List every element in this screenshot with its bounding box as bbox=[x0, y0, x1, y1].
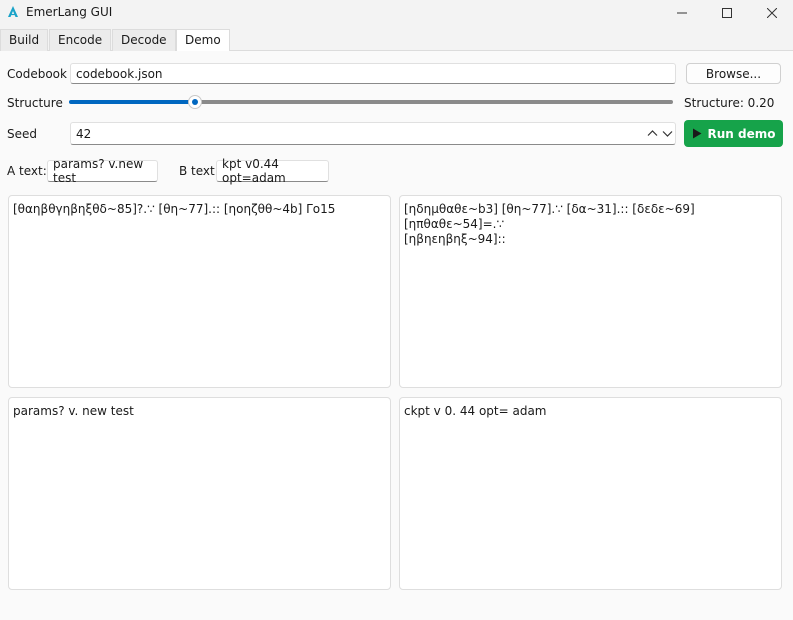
maximize-icon bbox=[722, 8, 732, 18]
browse-button[interactable]: Browse... bbox=[686, 63, 781, 84]
seed-label: Seed bbox=[7, 127, 37, 141]
play-icon bbox=[692, 128, 701, 139]
maximize-button[interactable] bbox=[704, 0, 750, 26]
b-text-label: B text: bbox=[179, 164, 219, 178]
run-demo-label: Run demo bbox=[707, 126, 776, 141]
structure-readout: Structure: 0.20 bbox=[684, 96, 775, 110]
seed-value: 42 bbox=[76, 126, 92, 141]
b-encoded-output[interactable]: [ηδημθαθε~b3] [θη~77].∵ [δα~31].:: [δεδε… bbox=[399, 195, 782, 388]
slider-track-empty bbox=[195, 100, 673, 104]
tab-decode[interactable]: Decode bbox=[112, 29, 176, 51]
a-encoded-output[interactable]: [θαηβθγηβηξθδ~85]?.∵ [θη~77].:: [ηοηζθθ~… bbox=[8, 195, 391, 388]
structure-label: Structure bbox=[7, 96, 63, 110]
b-text-value: kpt v0.44 opt=adam bbox=[222, 157, 286, 185]
a-text-label: A text: bbox=[7, 164, 47, 178]
minimize-button[interactable] bbox=[659, 0, 705, 26]
app-icon bbox=[8, 6, 18, 17]
tab-encode[interactable]: Encode bbox=[49, 29, 112, 51]
slider-track-filled bbox=[69, 100, 195, 104]
chevron-up-icon[interactable] bbox=[647, 129, 658, 137]
codebook-label: Codebook bbox=[7, 67, 67, 81]
close-button[interactable] bbox=[749, 0, 793, 26]
b-text-input[interactable]: kpt v0.44 opt=adam bbox=[216, 157, 329, 185]
tab-bar: Build Encode Decode Demo bbox=[0, 26, 793, 52]
a-text-input[interactable]: params? v.new test bbox=[47, 157, 158, 185]
b-decoded-output[interactable]: ckpt v 0. 44 opt= adam bbox=[399, 397, 782, 590]
close-icon bbox=[767, 8, 777, 18]
tab-build[interactable]: Build bbox=[0, 29, 49, 51]
title-bar: EmerLang GUI bbox=[0, 0, 793, 26]
run-demo-button[interactable]: Run demo bbox=[684, 120, 783, 147]
codebook-input[interactable]: codebook.json bbox=[70, 63, 676, 84]
a-decoded-output[interactable]: params? v. new test bbox=[8, 397, 391, 590]
chevron-down-icon[interactable] bbox=[662, 130, 673, 138]
slider-thumb[interactable] bbox=[188, 95, 202, 109]
a-text-value: params? v.new test bbox=[53, 157, 144, 185]
seed-spinbox[interactable]: 42 bbox=[70, 122, 676, 145]
tab-demo[interactable]: Demo bbox=[176, 29, 230, 52]
window-title: EmerLang GUI bbox=[26, 5, 113, 19]
minimize-icon bbox=[677, 12, 687, 14]
structure-slider[interactable] bbox=[69, 94, 674, 110]
codebook-value: codebook.json bbox=[76, 66, 163, 81]
